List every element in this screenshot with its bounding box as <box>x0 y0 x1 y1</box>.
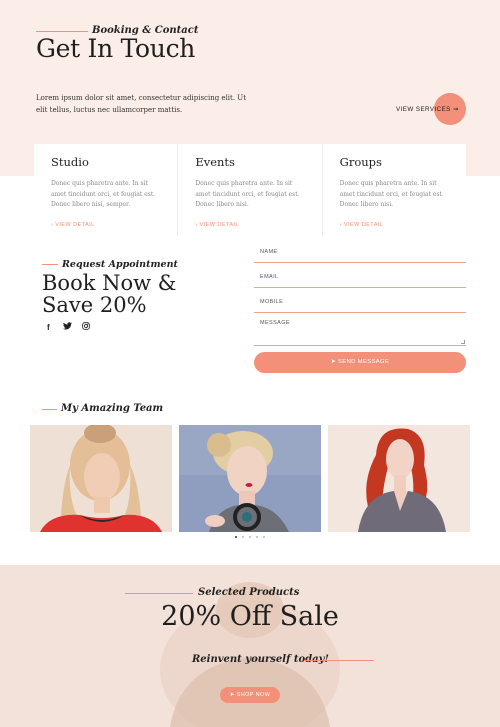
view-services-button[interactable]: VIEW SERVICES ➞ <box>396 106 459 113</box>
name-field[interactable] <box>254 262 466 263</box>
services-cards: Studio Donec quis pharetra ante. In sit … <box>34 144 466 236</box>
sale-accent-line-left <box>125 593 193 594</box>
team-carousel-dots <box>235 536 265 538</box>
sale-title: 20% Off Sale <box>161 601 339 632</box>
send-message-button[interactable]: ➤ SEND MESSAGE <box>254 352 466 373</box>
team-member-1-photo[interactable] <box>30 425 172 532</box>
view-detail-link[interactable]: › VIEW DETAIL <box>195 222 305 228</box>
card-groups: Groups Donec quis pharetra ante. In sit … <box>323 144 466 236</box>
booking-title-line1: Book Now & <box>42 271 177 295</box>
team-member-2-photo[interactable] <box>179 425 321 532</box>
booking-title: Book Now & Save 20% <box>42 272 176 316</box>
card-text: Donec quis pharetra ante. In sit amet ti… <box>51 180 156 208</box>
facebook-icon[interactable]: f <box>47 323 50 332</box>
name-field-label: NAME <box>260 249 278 255</box>
card-studio: Studio Donec quis pharetra ante. In sit … <box>34 144 179 236</box>
hero-accent-line <box>36 31 88 32</box>
mobile-field[interactable] <box>254 312 466 313</box>
view-services-label: VIEW SERVICES <box>396 106 451 113</box>
team-accent-line <box>42 409 57 410</box>
arrow-right-icon: ➞ <box>452 106 459 113</box>
booking-script-heading: Request Appointment <box>62 259 178 270</box>
carousel-dot[interactable] <box>256 536 258 538</box>
sale-script-heading: Selected Products <box>198 587 300 598</box>
team-member-3-photo[interactable] <box>328 425 470 532</box>
twitter-icon[interactable] <box>63 322 72 332</box>
carousel-dot[interactable] <box>235 536 237 538</box>
hero-description: Lorem ipsum dolor sit amet, consectetur … <box>36 94 247 114</box>
card-title: Studio <box>51 155 89 169</box>
sale-accent-line-right <box>304 660 374 661</box>
view-detail-link[interactable]: › VIEW DETAIL <box>340 222 450 228</box>
message-field-label: MESSAGE <box>260 320 291 326</box>
email-field-label: EMAIL <box>260 274 279 280</box>
card-text: Donec quis pharetra ante. In sit amet ti… <box>195 180 300 208</box>
page-title: Get In Touch <box>36 34 196 63</box>
card-title: Events <box>195 155 235 169</box>
booking-accent-line <box>42 264 58 265</box>
card-title: Groups <box>339 155 382 169</box>
resize-handle-icon[interactable] <box>461 340 465 344</box>
mobile-field-label: MOBILE <box>260 299 284 305</box>
card-text: Donec quis pharetra ante. In sit amet ti… <box>339 180 444 208</box>
carousel-dot[interactable] <box>249 536 251 538</box>
email-field[interactable] <box>254 287 466 288</box>
view-detail-link[interactable]: › VIEW DETAIL <box>51 222 161 228</box>
shop-now-button[interactable]: ➤ SHOP NOW <box>220 687 280 703</box>
team-script-heading: My Amazing Team <box>61 403 164 414</box>
carousel-dot[interactable] <box>263 536 265 538</box>
card-events: Events Donec quis pharetra ante. In sit … <box>178 144 323 236</box>
instagram-icon[interactable] <box>82 322 90 332</box>
message-field[interactable] <box>254 345 466 346</box>
booking-title-line2: Save 20% <box>42 293 147 317</box>
carousel-dot[interactable] <box>242 536 244 538</box>
